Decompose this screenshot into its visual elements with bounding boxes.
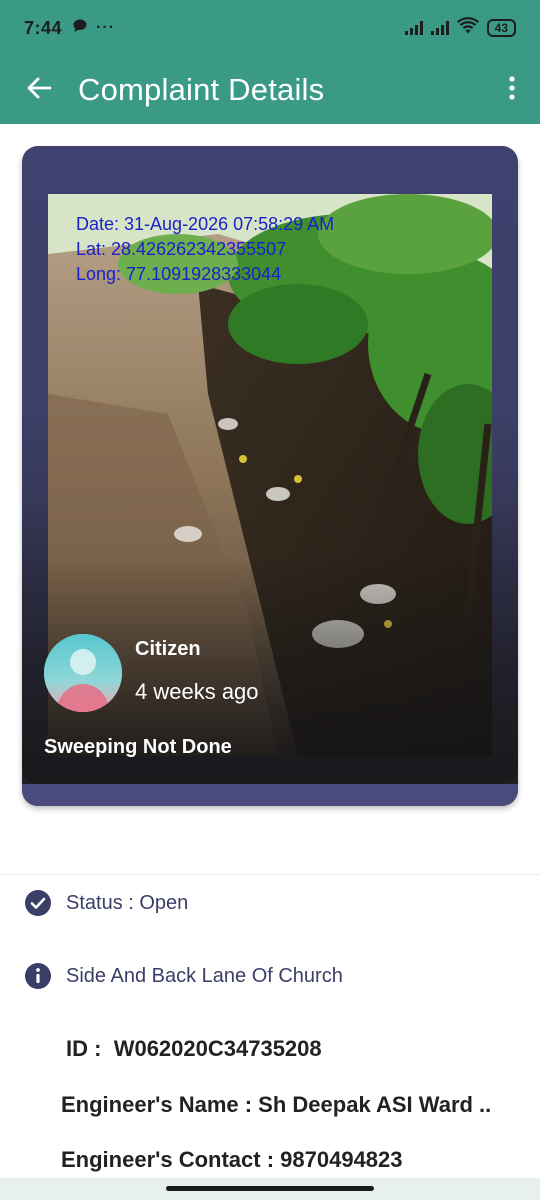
check-circle-icon: [24, 889, 52, 917]
chat-bubble-icon: [72, 18, 88, 39]
section-divider: [0, 874, 540, 875]
watermark-long: Long: 77.1091928333044: [76, 264, 282, 284]
complaint-id-value: W062020C34735208: [113, 1036, 322, 1061]
complaint-category: Sweeping Not Done: [44, 736, 232, 758]
app-bar: Complaint Details: [0, 56, 540, 124]
avatar: [44, 634, 122, 712]
info-icon: [24, 962, 52, 990]
complaint-id: ID : W062020C34735208: [66, 1036, 322, 1062]
photo-watermark: Date: 31-Aug-2026 07:58:29 AM Lat: 28.42…: [76, 212, 334, 287]
signal-icon: [404, 21, 423, 35]
status-row: Status : Open: [24, 889, 188, 917]
overflow-menu-button[interactable]: [484, 56, 540, 124]
vertical-dots-icon: [508, 75, 516, 105]
reported-time-ago: 4 weeks ago: [135, 679, 259, 704]
status-left-icons: ···: [72, 18, 115, 39]
battery-icon: 43: [486, 19, 516, 37]
back-button[interactable]: [0, 56, 78, 124]
complaint-id-label: ID :: [66, 1036, 102, 1061]
card-bottom-band: [22, 784, 518, 806]
status-time: 7:44: [24, 17, 63, 38]
watermark-lat: Lat: 28.426262342355507: [76, 239, 287, 259]
page-title: Complaint Details: [78, 72, 325, 107]
more-dots-icon: ···: [96, 19, 116, 36]
signal-icon: [430, 21, 449, 35]
user-avatar-icon: [44, 634, 122, 712]
arrow-left-icon: [26, 75, 52, 106]
watermark-date: Date: 31-Aug-2026 07:58:29 AM: [76, 214, 335, 234]
complaint-card[interactable]: Date: 31-Aug-2026 07:58:29 AM Lat: 28.42…: [22, 146, 518, 806]
engineer-name: Engineer's Name : Sh Deepak ASI Ward ..: [61, 1092, 492, 1117]
wifi-icon: [456, 16, 479, 40]
status-right-icons: 43: [404, 16, 516, 40]
status-bar: 7:44 ··· 43: [0, 0, 540, 56]
system-nav-bar: [0, 1178, 540, 1200]
status-text: Status : Open: [66, 891, 189, 914]
location-text: Side And Back Lane Of Church: [66, 964, 343, 987]
engineer-contact[interactable]: Engineer's Contact : 9870494823: [61, 1147, 403, 1173]
home-gesture-handle[interactable]: [166, 1186, 374, 1191]
location-row: Side And Back Lane Of Church: [24, 962, 343, 990]
complaint-details-screen: 7:44 ··· 43 Complaint Details Date: 31-A…: [0, 0, 540, 1200]
reporter-name: Citizen: [135, 638, 201, 660]
